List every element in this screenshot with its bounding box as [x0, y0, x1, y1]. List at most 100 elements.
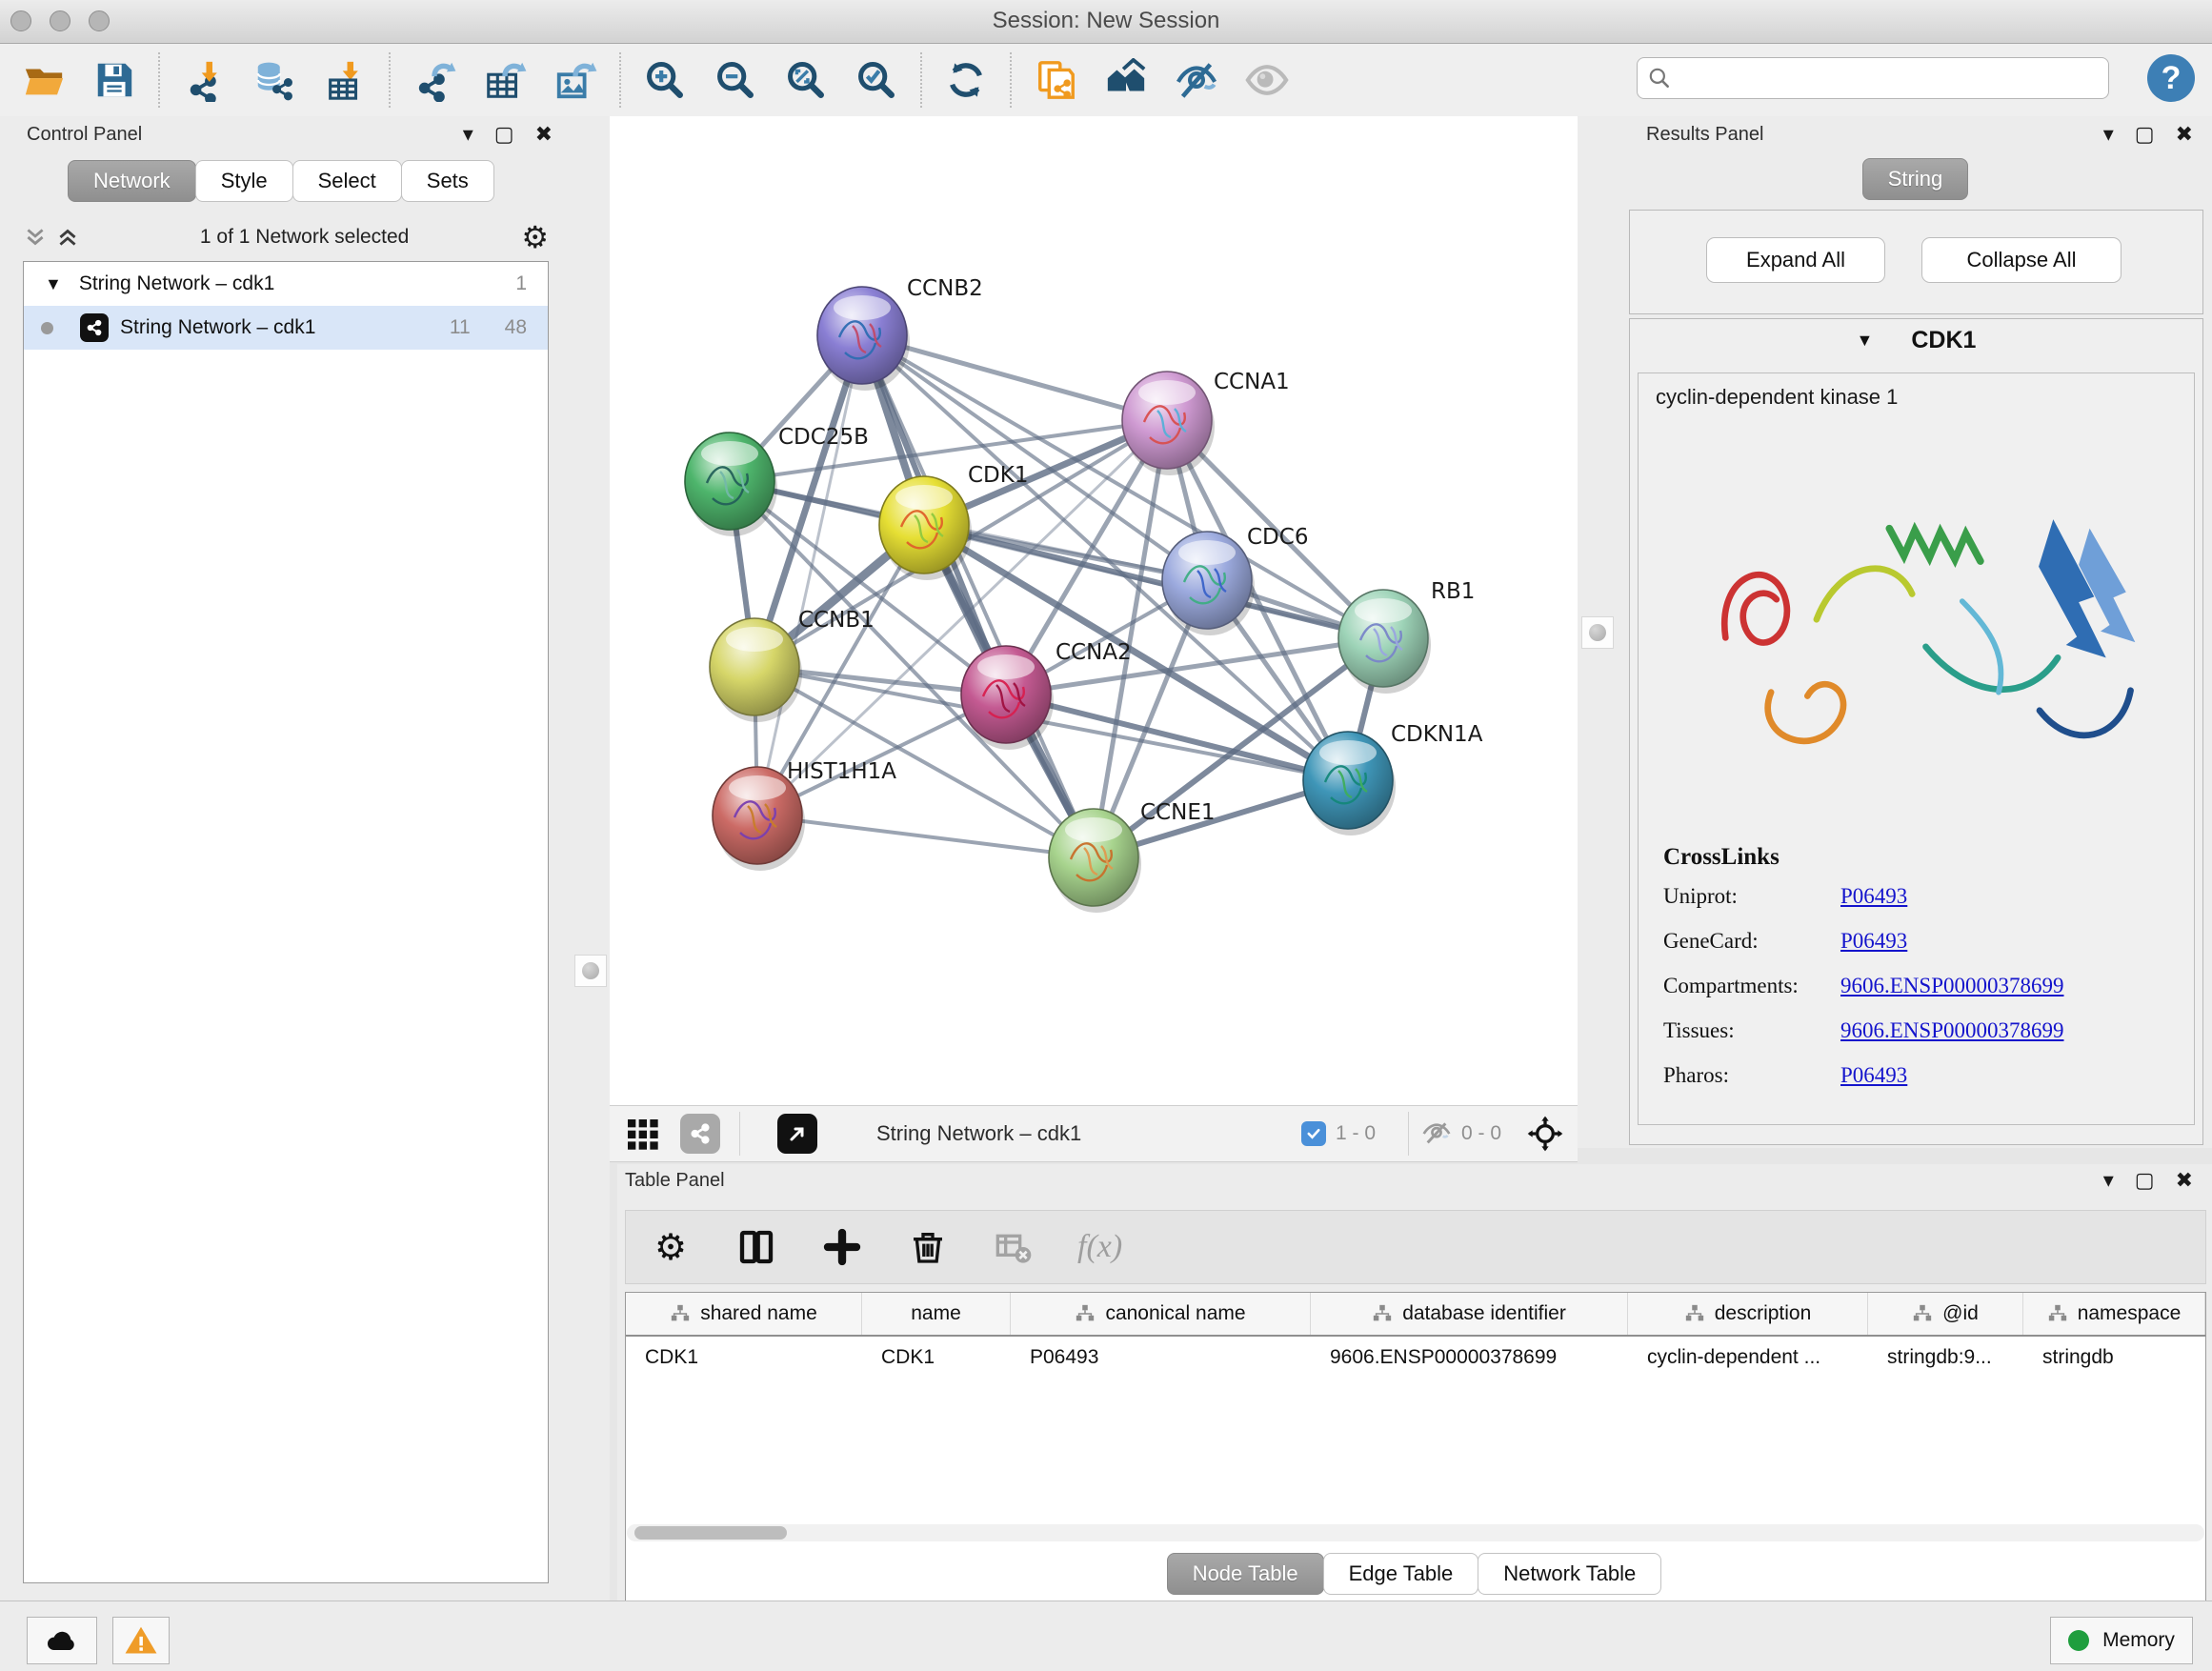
panel-maximize-icon[interactable]: ▢	[2135, 1170, 2155, 1191]
column-header-name[interactable]: name	[862, 1293, 1011, 1335]
refresh-button[interactable]	[943, 57, 989, 103]
tab-style[interactable]: Style	[195, 160, 293, 202]
home-button[interactable]	[1103, 57, 1149, 103]
zoom-selected-button[interactable]	[854, 57, 899, 103]
column-header-namespace[interactable]: namespace	[2023, 1293, 2205, 1335]
crosslink-link[interactable]: 9606.ENSP00000378699	[1840, 1018, 2064, 1043]
search-input[interactable]	[1672, 67, 2099, 91]
tab-select[interactable]: Select	[292, 160, 402, 202]
fit-selected-button[interactable]	[1526, 1106, 1564, 1161]
crosslink-label: Tissues:	[1663, 1018, 1840, 1043]
collapse-all-button[interactable]: Collapse All	[1921, 237, 2122, 283]
expand-all-icon[interactable]	[55, 225, 80, 250]
import-network-from-database-button[interactable]	[251, 57, 297, 103]
network-row[interactable]: String Network – cdk1 11 48	[24, 306, 548, 350]
table-row[interactable]: CDK1CDK1P064939606.ENSP00000378699cyclin…	[626, 1337, 2205, 1379]
titlebar: Session: New Session	[0, 0, 2212, 44]
create-column-icon[interactable]	[820, 1225, 864, 1269]
open-in-browser-button[interactable]	[777, 1106, 817, 1161]
node-CCNB1[interactable]: CCNB1	[710, 608, 875, 722]
open-session-button[interactable]	[21, 57, 67, 103]
search-box[interactable]	[1637, 57, 2109, 99]
collapse-all-icon[interactable]	[23, 225, 48, 250]
help-button[interactable]: ?	[2147, 54, 2195, 102]
export-network-button[interactable]	[412, 57, 457, 103]
zoom-fit-button[interactable]	[783, 57, 829, 103]
warnings-button[interactable]	[112, 1617, 170, 1664]
hide-selected-button[interactable]	[1174, 57, 1219, 103]
panel-close-icon[interactable]: ✖	[535, 124, 553, 145]
tab-sets[interactable]: Sets	[401, 160, 494, 202]
network-options-gear-icon[interactable]: ⚙	[521, 222, 549, 252]
node-label-CDC6: CDC6	[1247, 525, 1308, 550]
tab-node-table[interactable]: Node Table	[1167, 1553, 1324, 1595]
left-splitter-handle[interactable]	[574, 955, 607, 987]
automation-cloud-button[interactable]	[27, 1617, 97, 1664]
column-header-database-identifier[interactable]: database identifier	[1311, 1293, 1628, 1335]
node-CDK1[interactable]: CDK1	[879, 463, 1029, 580]
save-session-button[interactable]	[91, 57, 137, 103]
crosslink-link[interactable]: P06493	[1840, 884, 1907, 909]
table-horizontal-scrollbar[interactable]	[627, 1524, 2204, 1541]
column-header--id[interactable]: @id	[1868, 1293, 2023, 1335]
node-RB1[interactable]: RB1	[1338, 579, 1475, 694]
birdseye-grid-button[interactable]	[623, 1106, 661, 1161]
table-panel: Table Panel ▾ ▢ ✖ ⚙ f(x) shared namename…	[617, 1164, 2212, 1601]
crosslink-label: Uniprot:	[1663, 884, 1840, 909]
copy-network-button[interactable]	[1033, 57, 1078, 103]
zoom-out-button[interactable]	[713, 57, 758, 103]
collection-count: 1	[515, 272, 527, 295]
panel-close-icon[interactable]: ✖	[2176, 1170, 2193, 1191]
table-options-gear-icon[interactable]: ⚙	[649, 1225, 693, 1269]
string-share-button[interactable]	[680, 1106, 720, 1161]
protein-header[interactable]: ▼ CDK1	[1630, 327, 2202, 354]
left-splitter[interactable]	[572, 116, 610, 1601]
export-table-button[interactable]	[482, 57, 528, 103]
node-CCNE1[interactable]: CCNE1	[1049, 800, 1216, 913]
expand-all-button[interactable]: Expand All	[1706, 237, 1885, 283]
crosslink-row: GeneCard: P06493	[1663, 929, 2064, 954]
collection-name: String Network – cdk1	[79, 272, 515, 295]
panel-close-icon[interactable]: ✖	[2176, 124, 2193, 145]
delete-column-icon[interactable]	[906, 1225, 950, 1269]
edge-CCNB2-HIST1H1A[interactable]	[757, 335, 862, 815]
import-table-button[interactable]	[322, 57, 368, 103]
collection-expander-icon[interactable]: ▼	[45, 274, 62, 294]
tab-edge-table[interactable]: Edge Table	[1323, 1553, 1479, 1595]
tab-network-table[interactable]: Network Table	[1478, 1553, 1661, 1595]
crosslink-link[interactable]: P06493	[1840, 1063, 1907, 1088]
column-header-canonical-name[interactable]: canonical name	[1011, 1293, 1311, 1335]
panel-float-icon[interactable]: ▾	[2103, 124, 2114, 145]
panel-maximize-icon[interactable]: ▢	[2135, 124, 2155, 145]
tab-string[interactable]: String	[1862, 158, 1968, 200]
crosslink-link[interactable]: 9606.ENSP00000378699	[1840, 974, 2064, 998]
node-HIST1H1A[interactable]: HIST1H1A	[713, 759, 896, 871]
column-header-shared-name[interactable]: shared name	[626, 1293, 862, 1335]
edge-CCNB2-CCNE1[interactable]	[862, 335, 1094, 857]
results-tab-row: String	[1619, 158, 2212, 200]
table-cell: P06493	[1011, 1337, 1311, 1379]
selected-checkbox-icon[interactable]	[1301, 1121, 1326, 1146]
node-CCNB2[interactable]: CCNB2	[817, 276, 983, 391]
show-columns-icon[interactable]	[734, 1225, 778, 1269]
panel-float-icon[interactable]: ▾	[463, 124, 473, 145]
tab-network[interactable]: Network	[68, 160, 196, 202]
crosslink-link[interactable]: P06493	[1840, 929, 1907, 954]
right-splitter-handle[interactable]	[1581, 616, 1614, 649]
export-image-button[interactable]	[553, 57, 598, 103]
crosslink-row: Uniprot: P06493	[1663, 884, 2064, 909]
right-splitter[interactable]	[1578, 116, 1619, 1148]
edge-HIST1H1A-CCNE1[interactable]	[757, 815, 1094, 857]
search-icon	[1647, 66, 1672, 91]
memory-button[interactable]: Memory	[2050, 1617, 2193, 1664]
network-edge-count: 48	[505, 316, 527, 339]
network-canvas[interactable]: CCNB2 CCNA1 CDC25B CDK1 CDC6	[610, 116, 1578, 1105]
node-CDKN1A[interactable]: CDKN1A	[1303, 722, 1483, 836]
network-collection-row[interactable]: ▼ String Network – cdk1 1	[24, 262, 548, 306]
protein-expander-icon[interactable]: ▼	[1857, 331, 1874, 351]
panel-float-icon[interactable]: ▾	[2103, 1170, 2114, 1191]
column-header-description[interactable]: description	[1628, 1293, 1868, 1335]
zoom-in-button[interactable]	[642, 57, 688, 103]
panel-maximize-icon[interactable]: ▢	[494, 124, 514, 145]
import-network-button[interactable]	[181, 57, 227, 103]
